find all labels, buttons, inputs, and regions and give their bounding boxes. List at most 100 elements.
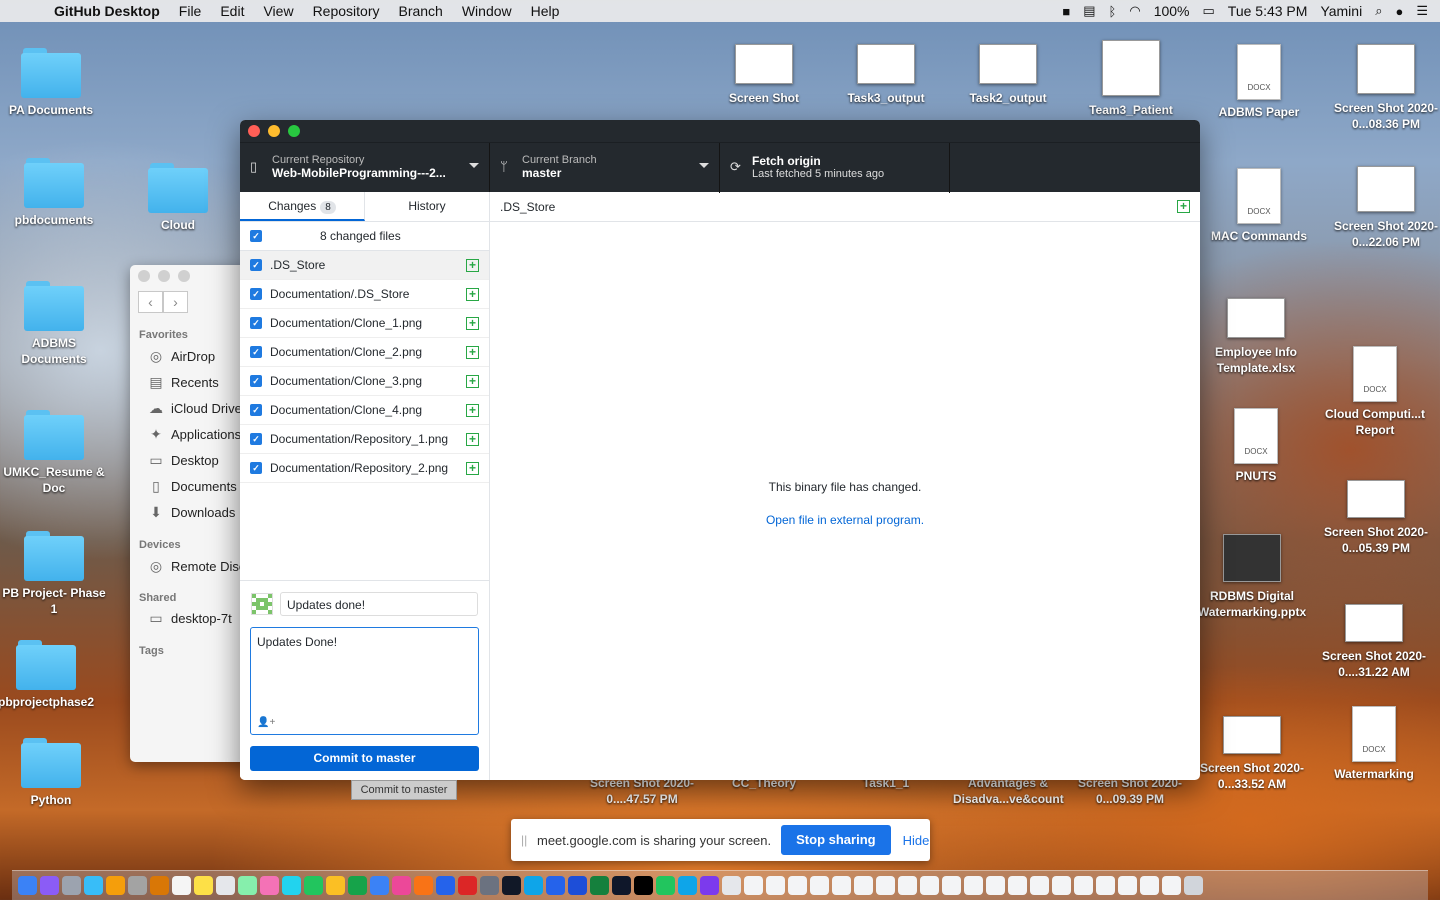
commit-description-input[interactable]: Updates Done! 👤+ xyxy=(250,627,479,735)
pages-icon[interactable] xyxy=(326,876,345,895)
file-checkbox[interactable]: ✓ xyxy=(250,317,262,329)
menu-branch[interactable]: Branch xyxy=(398,3,442,19)
battery-icon[interactable]: ▭ xyxy=(1203,3,1215,19)
drag-handle-icon[interactable]: || xyxy=(521,833,527,847)
add-coauthor-icon[interactable]: 👤+ xyxy=(257,717,275,728)
desktop-file[interactable]: Task2_output xyxy=(953,44,1063,106)
bluetooth-icon[interactable]: ᛒ xyxy=(1109,4,1117,19)
mail-icon[interactable] xyxy=(128,876,147,895)
desktop-file[interactable]: Screen Shot xyxy=(709,44,819,106)
back-button[interactable]: ‹ xyxy=(138,291,163,313)
tab-changes[interactable]: Changes 8 xyxy=(240,192,365,221)
desktop-file[interactable]: Screen Shot 2020-0....31.22 AM xyxy=(1319,604,1429,680)
document-icon[interactable] xyxy=(832,876,851,895)
desktop-folder[interactable]: pbprojectphase2 xyxy=(0,640,101,710)
document-icon[interactable] xyxy=(788,876,807,895)
itunes-icon[interactable] xyxy=(392,876,411,895)
facetime-icon[interactable] xyxy=(304,876,323,895)
books-icon[interactable] xyxy=(414,876,433,895)
clock[interactable]: Tue 5:43 PM xyxy=(1228,3,1308,19)
desktop-file[interactable]: Screen Shot 2020-0...22.06 PM xyxy=(1331,166,1440,250)
file-row[interactable]: ✓ Documentation/.DS_Store + xyxy=(240,280,489,309)
vscode-icon[interactable] xyxy=(678,876,697,895)
file-row[interactable]: ✓ Documentation/Clone_2.png + xyxy=(240,338,489,367)
safari-icon[interactable] xyxy=(84,876,103,895)
hide-button[interactable]: Hide xyxy=(903,833,930,848)
menu-window[interactable]: Window xyxy=(462,3,512,19)
desktop-file[interactable]: RDBMS Digital Watermarking.pptx xyxy=(1197,534,1307,620)
tab-history[interactable]: History xyxy=(365,192,489,221)
minimize-button[interactable] xyxy=(268,125,280,137)
menu-view[interactable]: View xyxy=(263,3,293,19)
numbers-icon[interactable] xyxy=(348,876,367,895)
zoom-button[interactable] xyxy=(178,270,190,282)
file-checkbox[interactable]: ✓ xyxy=(250,462,262,474)
document-icon[interactable] xyxy=(1008,876,1027,895)
desktop-file[interactable]: DOCX Cloud Computi...t Report xyxy=(1320,346,1430,438)
menu-app-name[interactable]: GitHub Desktop xyxy=(54,3,160,19)
skype-icon[interactable] xyxy=(524,876,543,895)
menu-edit[interactable]: Edit xyxy=(220,3,244,19)
document-icon[interactable] xyxy=(722,876,741,895)
spotify-icon[interactable] xyxy=(656,876,675,895)
document-icon[interactable] xyxy=(1052,876,1071,895)
document-icon[interactable] xyxy=(1118,876,1137,895)
document-icon[interactable] xyxy=(986,876,1005,895)
file-checkbox[interactable]: ✓ xyxy=(250,346,262,358)
file-row[interactable]: ✓ Documentation/Clone_4.png + xyxy=(240,396,489,425)
desktop-folder[interactable]: ADBMS Documents xyxy=(0,281,109,367)
reminders-icon[interactable] xyxy=(216,876,235,895)
github-desktop-icon[interactable] xyxy=(700,876,719,895)
commit-summary-input[interactable]: Updates done! xyxy=(280,592,478,616)
desktop-file[interactable]: DOCX Watermarking xyxy=(1319,706,1429,782)
contacts-icon[interactable] xyxy=(150,876,169,895)
zoom-button[interactable] xyxy=(288,125,300,137)
siri-icon[interactable] xyxy=(40,876,59,895)
battery-percent[interactable]: 100% xyxy=(1154,3,1190,19)
document-icon[interactable] xyxy=(942,876,961,895)
document-icon[interactable] xyxy=(920,876,939,895)
document-icon[interactable] xyxy=(854,876,873,895)
open-external-link[interactable]: Open file in external program. xyxy=(490,513,1200,527)
desktop-folder[interactable]: PA Documents xyxy=(0,48,106,118)
pycharm-icon[interactable] xyxy=(634,876,653,895)
system-preferences-icon[interactable] xyxy=(480,876,499,895)
document-icon[interactable] xyxy=(964,876,983,895)
menu-help[interactable]: Help xyxy=(531,3,560,19)
desktop-file[interactable]: Screen Shot 2020-0...08.36 PM xyxy=(1331,44,1440,132)
zoom-icon[interactable] xyxy=(546,876,565,895)
file-row[interactable]: ✓ .DS_Store + xyxy=(240,251,489,280)
document-icon[interactable] xyxy=(1162,876,1181,895)
file-row[interactable]: ✓ Documentation/Repository_1.png + xyxy=(240,425,489,454)
desktop-file[interactable]: Team3_Patient xyxy=(1076,40,1186,118)
siri-icon[interactable]: ● xyxy=(1395,4,1403,19)
menu-repository[interactable]: Repository xyxy=(313,3,380,19)
desktop-folder[interactable]: Python xyxy=(0,738,106,808)
file-checkbox[interactable]: ✓ xyxy=(250,259,262,271)
trash-icon[interactable] xyxy=(1184,876,1203,895)
finder-icon[interactable] xyxy=(18,876,37,895)
notes-icon[interactable] xyxy=(194,876,213,895)
chrome-icon[interactable] xyxy=(106,876,125,895)
keynote-icon[interactable] xyxy=(370,876,389,895)
desktop-file[interactable]: Employee Info Template.xlsx xyxy=(1201,298,1311,376)
maps-icon[interactable] xyxy=(238,876,257,895)
camera-icon[interactable]: ■ xyxy=(1062,4,1070,19)
minimize-button[interactable] xyxy=(158,270,170,282)
file-checkbox[interactable]: ✓ xyxy=(250,433,262,445)
spotlight-search-icon[interactable]: ⌕ xyxy=(1375,3,1382,19)
desktop-file[interactable]: DOCX PNUTS xyxy=(1201,408,1311,484)
commit-button[interactable]: Commit to master xyxy=(250,746,479,771)
desktop-folder[interactable]: pbdocuments xyxy=(0,158,109,228)
document-icon[interactable] xyxy=(1074,876,1093,895)
webstorm-icon[interactable] xyxy=(612,876,631,895)
document-icon[interactable] xyxy=(1140,876,1159,895)
file-row[interactable]: ✓ Documentation/Clone_3.png + xyxy=(240,367,489,396)
file-checkbox[interactable]: ✓ xyxy=(250,404,262,416)
notification-center-icon[interactable]: ☰ xyxy=(1416,3,1428,19)
calendar-icon[interactable] xyxy=(172,876,191,895)
document-icon[interactable] xyxy=(1030,876,1049,895)
terminal-icon[interactable] xyxy=(502,876,521,895)
select-all-checkbox[interactable]: ✓ xyxy=(250,230,262,242)
launchpad-icon[interactable] xyxy=(62,876,81,895)
